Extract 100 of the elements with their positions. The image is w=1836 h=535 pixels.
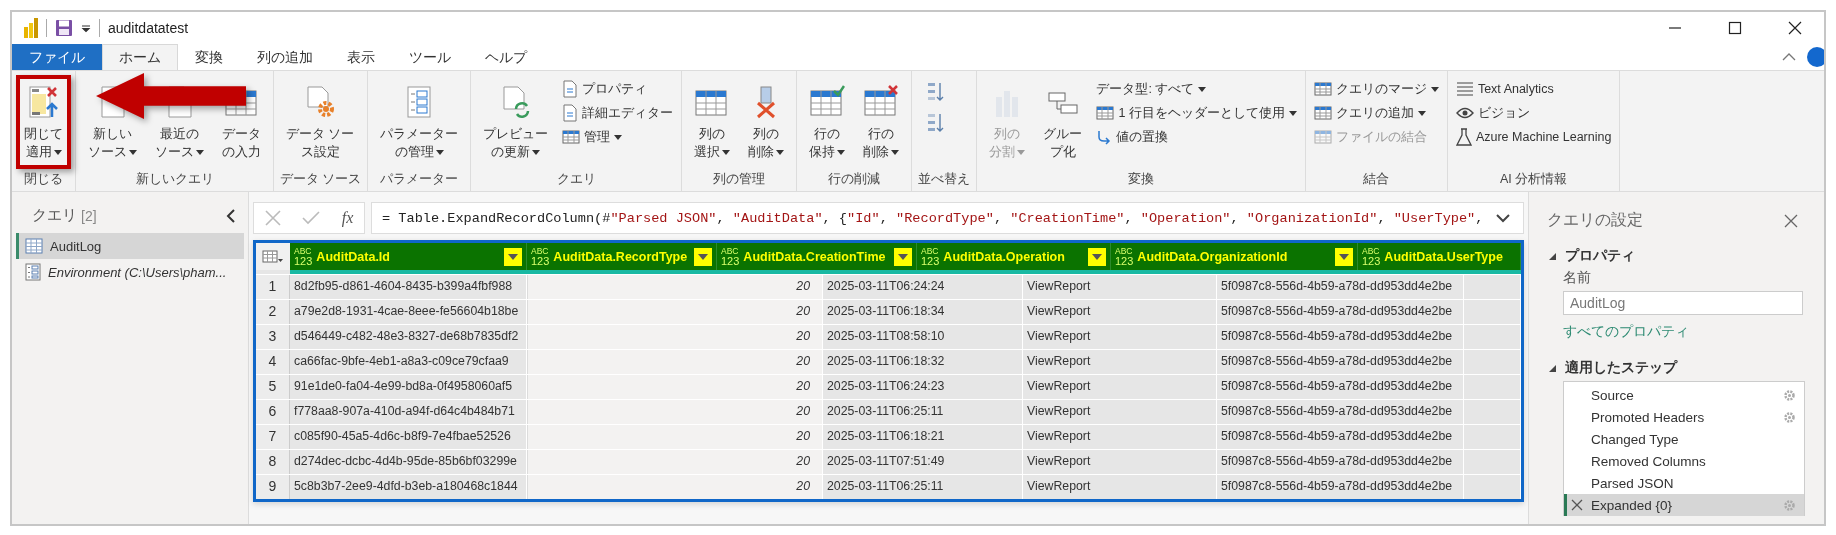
check-icon[interactable] bbox=[302, 211, 321, 225]
query-count: [2] bbox=[81, 207, 97, 224]
ribbon-group-label: データ ソース bbox=[279, 171, 363, 188]
filter-dropdown-icon[interactable] bbox=[1088, 247, 1106, 266]
table-cell: 5f0987c8-556d-4b59-a78d-dd953dd4e2be bbox=[1221, 379, 1453, 393]
quick-access-caret-icon[interactable] bbox=[81, 23, 91, 33]
table-cell: a79e2d8-1931-4cae-8eee-fe56604b18be bbox=[294, 304, 519, 318]
filter-dropdown-icon[interactable] bbox=[504, 247, 522, 266]
ribbon-button[interactable]: 値の置換 bbox=[1092, 125, 1301, 149]
close-icon[interactable] bbox=[1788, 21, 1802, 35]
name-field[interactable]: AuditLog bbox=[1563, 291, 1803, 315]
ribbon-button[interactable]: Text Analytics bbox=[1451, 77, 1616, 101]
ribbon-group-label: 結合 bbox=[1362, 171, 1391, 188]
ribbon-button[interactable]: 管理 bbox=[558, 125, 678, 149]
ribbon-button[interactable]: クエリの追加 bbox=[1309, 101, 1443, 125]
applied-step[interactable]: Expanded {0} bbox=[1564, 494, 1804, 516]
ribbon-group-label: 列の管理 bbox=[712, 171, 767, 188]
ribbon-button[interactable]: 行の 保持 bbox=[801, 75, 854, 169]
filter-dropdown-icon[interactable] bbox=[894, 247, 912, 266]
type-label: ABC 123 bbox=[921, 246, 940, 267]
app-logo-icon bbox=[24, 18, 38, 38]
insert-function-button[interactable]: fx bbox=[341, 209, 354, 227]
ribbon-button[interactable]: クエリのマージ bbox=[1309, 77, 1443, 101]
caret-icon bbox=[1417, 110, 1426, 116]
table-cell: 20 bbox=[796, 429, 810, 443]
table-cell: 8d2fb95-d861-4604-8435-b399a4fbf988 bbox=[294, 279, 513, 293]
table-cell: 20 bbox=[796, 454, 810, 468]
caret-icon bbox=[53, 149, 62, 155]
ribbon-button[interactable]: パラメーター の管理 bbox=[372, 75, 467, 169]
flask-icon bbox=[1455, 128, 1472, 146]
expand-triangle-icon[interactable] bbox=[1547, 363, 1557, 373]
formula-field[interactable]: = Table.ExpandRecordColumn(#"Parsed JSON", "AuditData", {"Id", "RecordType", "CreationTime", "Operation", "OrganizationId", "UserType", bbox=[371, 202, 1524, 234]
table-cell: 5f0987c8-556d-4b59-a78d-dd953dd4e2be bbox=[1221, 279, 1453, 293]
caret-icon bbox=[722, 149, 731, 155]
table-cell: 20 bbox=[796, 279, 810, 293]
filter-dropdown-icon[interactable] bbox=[1335, 247, 1353, 266]
all-properties-link[interactable]: すべてのプロパティ bbox=[1563, 323, 1812, 341]
column-header[interactable]: AuditData.OrganizationId bbox=[1137, 249, 1288, 264]
table-cell: 5f0987c8-556d-4b59-a78d-dd953dd4e2be bbox=[1221, 429, 1453, 443]
ribbon-button[interactable]: データ型: すべて bbox=[1092, 77, 1301, 101]
ribbon-group-label: 変換 bbox=[1127, 171, 1156, 188]
table-cell: ca66fac-9bfe-4eb1-a8a3-c09ce79cfaa9 bbox=[294, 354, 509, 368]
column-header[interactable]: AuditData.UserType bbox=[1384, 249, 1503, 264]
ribbon-button[interactable]: グルー プ化 bbox=[1035, 75, 1091, 169]
row-number: 7 bbox=[256, 425, 290, 449]
table-cell: ViewReport bbox=[1027, 354, 1091, 368]
table-cell: 91e1de0-fa04-4e99-bd8a-0f4958060af5 bbox=[294, 379, 513, 393]
applied-step[interactable]: Source bbox=[1564, 384, 1804, 406]
query-item[interactable]: AuditLog bbox=[16, 233, 244, 259]
ribbon-button[interactable]: ビジョン bbox=[1451, 101, 1616, 125]
document-refresh-icon bbox=[500, 85, 532, 119]
ribbon-button[interactable]: プロパティ bbox=[558, 77, 678, 101]
save-icon[interactable] bbox=[55, 19, 73, 37]
ribbon-button[interactable]: 詳細エディター bbox=[558, 101, 678, 125]
ribbon-button[interactable]: プレビュー の更新 bbox=[475, 75, 557, 169]
type-label: ABC 123 bbox=[721, 246, 740, 267]
filter-dropdown-icon[interactable] bbox=[694, 247, 712, 266]
window-title: auditdatatest bbox=[108, 20, 189, 36]
ribbon-button[interactable]: データ ソー ス設定 bbox=[278, 75, 363, 169]
applied-step[interactable]: Promoted Headers bbox=[1564, 406, 1804, 428]
row-number: 1 bbox=[256, 275, 290, 299]
queries-title: クエリ bbox=[32, 206, 77, 225]
settings-title: クエリの設定 bbox=[1547, 210, 1643, 230]
column-header[interactable]: AuditData.CreationTime bbox=[743, 249, 886, 264]
ribbon-tab[interactable]: ファイル bbox=[12, 44, 102, 70]
ribbon-button[interactable]: 1 行目をヘッダーとして使用 bbox=[1092, 101, 1301, 125]
ribbon-button[interactable]: 列の 選択 bbox=[686, 75, 739, 169]
table-menu-icon[interactable] bbox=[256, 243, 290, 270]
maximize-icon[interactable] bbox=[1728, 21, 1742, 35]
table-icon bbox=[562, 129, 581, 145]
eye-icon bbox=[1455, 107, 1474, 119]
column-header[interactable]: AuditData.Id bbox=[316, 249, 390, 264]
applied-step[interactable]: Changed Type bbox=[1564, 428, 1804, 450]
document-icon bbox=[562, 80, 579, 98]
ribbon-button[interactable]: 列の 削除 bbox=[740, 75, 793, 169]
table-cell: 2025-03-11T06:18:21 bbox=[827, 429, 945, 443]
table-cell: 5f0987c8-556d-4b59-a78d-dd953dd4e2be bbox=[1221, 354, 1453, 368]
column-header[interactable]: AuditData.RecordType bbox=[553, 249, 688, 264]
expand-triangle-icon[interactable] bbox=[1547, 251, 1557, 261]
ribbon-tab[interactable]: ホーム bbox=[102, 44, 178, 70]
ribbon-group-label: AI 分析情報 bbox=[1499, 171, 1569, 188]
table-icon bbox=[1313, 105, 1332, 121]
caret-icon bbox=[1198, 86, 1207, 92]
type-label: ABC 123 bbox=[1115, 246, 1134, 267]
ribbon-button[interactable]: 閉じて 適用 bbox=[16, 75, 71, 169]
applied-step[interactable]: Parsed JSON bbox=[1564, 472, 1804, 494]
table-cell: ViewReport bbox=[1027, 454, 1091, 468]
column-header[interactable]: AuditData.Operation bbox=[943, 249, 1065, 264]
applied-step[interactable]: Removed Columns bbox=[1564, 450, 1804, 472]
row-number: 6 bbox=[256, 400, 290, 424]
ribbon-button[interactable]: Azure Machine Learning bbox=[1451, 125, 1616, 149]
row-number: 4 bbox=[256, 350, 290, 374]
table-cell: ViewReport bbox=[1027, 379, 1091, 393]
collapse-ribbon-icon[interactable] bbox=[1782, 52, 1796, 62]
expand-chevron-icon[interactable] bbox=[1495, 213, 1511, 223]
table-cell: 2025-03-11T06:18:32 bbox=[827, 354, 945, 368]
collapse-panel-icon[interactable] bbox=[226, 208, 236, 223]
query-item[interactable]: Environment (C:\Users\pham... bbox=[16, 259, 244, 285]
delete-icon[interactable] bbox=[1571, 499, 1583, 511]
ribbon-button[interactable]: 行の 削除 bbox=[855, 75, 908, 169]
